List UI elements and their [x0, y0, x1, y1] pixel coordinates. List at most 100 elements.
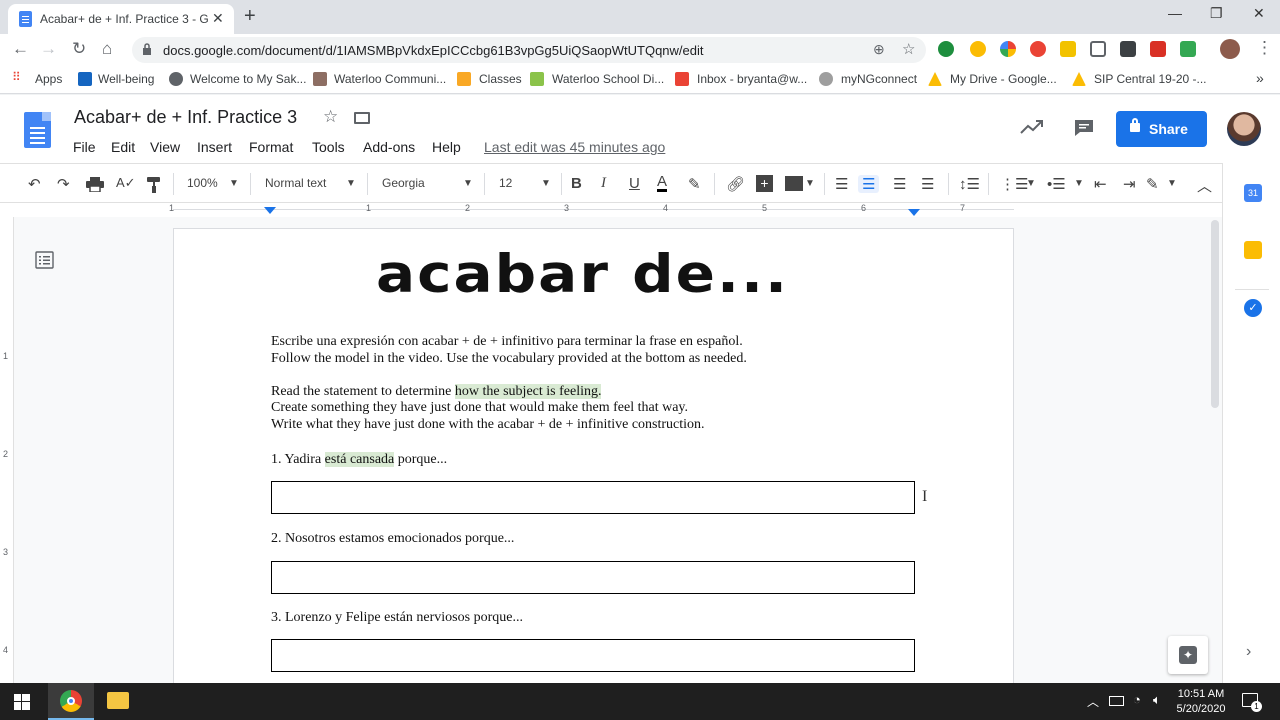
style-select[interactable]: Normal text: [265, 176, 326, 190]
extension-red-icon[interactable]: [1030, 41, 1046, 57]
line-spacing-icon[interactable]: ↕☰: [959, 175, 980, 193]
new-tab-button[interactable]: +: [244, 5, 256, 28]
insert-comment-icon[interactable]: +: [756, 175, 773, 192]
explore-button[interactable]: ✦: [1168, 636, 1208, 674]
style-dropdown-icon[interactable]: ▼: [346, 178, 356, 189]
extension-grid-icon[interactable]: [1090, 41, 1106, 57]
font-select[interactable]: Georgia: [382, 176, 425, 190]
tab-active[interactable]: Acabar+ de + Inf. Practice 3 - Go ✕: [8, 4, 234, 34]
bulleted-list-icon[interactable]: •☰: [1047, 175, 1066, 193]
bookmark-myngconnect[interactable]: myNGconnect: [841, 72, 917, 86]
text-color-icon[interactable]: A: [657, 174, 668, 192]
align-left-icon[interactable]: ☰: [835, 175, 848, 193]
redo-icon[interactable]: ↷: [57, 175, 70, 193]
zoom-select[interactable]: 100%: [187, 176, 218, 190]
activity-trend-icon[interactable]: [1020, 119, 1044, 135]
minimize-button[interactable]: —: [1168, 5, 1182, 21]
font-dropdown-icon[interactable]: ▼: [463, 178, 473, 189]
last-edit-link[interactable]: Last edit was 45 minutes ago: [484, 139, 665, 155]
extension-n-icon[interactable]: [1060, 41, 1076, 57]
bulleted-list-dropdown-icon[interactable]: ▼: [1074, 178, 1084, 189]
numbered-list-dropdown-icon[interactable]: ▼: [1026, 178, 1036, 189]
align-center-icon[interactable]: ☰: [858, 175, 880, 193]
show-hidden-icons[interactable]: ︿: [1087, 693, 1099, 710]
image-dropdown-icon[interactable]: ▼: [805, 178, 815, 189]
insert-link-icon[interactable]: 🔗︎: [726, 175, 745, 193]
answer-box-1[interactable]: [271, 481, 915, 514]
extension-pdf-icon[interactable]: [1150, 41, 1166, 57]
bookmark-wellbeing[interactable]: Well-being: [98, 72, 154, 86]
editing-mode-dropdown-icon[interactable]: ▼: [1167, 178, 1177, 189]
extension-color-icon[interactable]: [1000, 41, 1016, 57]
align-right-icon[interactable]: ☰: [893, 175, 906, 193]
decrease-indent-icon[interactable]: ⇤: [1094, 175, 1107, 193]
undo-icon[interactable]: ↶: [28, 175, 41, 193]
taskbar-chrome[interactable]: [48, 683, 94, 720]
menu-file[interactable]: File: [73, 139, 96, 155]
profile-avatar[interactable]: [1220, 39, 1240, 59]
menu-insert[interactable]: Insert: [197, 139, 232, 155]
bookmark-classes[interactable]: Classes: [479, 72, 522, 86]
font-size-select[interactable]: 12: [499, 176, 512, 190]
bookmark-inbox[interactable]: Inbox - bryanta@w...: [697, 72, 807, 86]
close-window-button[interactable]: ✕: [1253, 5, 1265, 22]
editing-mode-icon[interactable]: ✎: [1146, 175, 1159, 193]
document-title[interactable]: Acabar+ de + Inf. Practice 3: [74, 107, 297, 128]
tab-close-icon[interactable]: ✕: [212, 10, 224, 27]
size-dropdown-icon[interactable]: ▼: [541, 178, 551, 189]
calendar-icon[interactable]: 31: [1244, 184, 1262, 202]
extension-green-icon[interactable]: [1180, 41, 1196, 57]
spellcheck-icon[interactable]: A✓: [116, 175, 136, 191]
print-icon[interactable]: [86, 177, 104, 192]
forward-button[interactable]: →: [40, 39, 57, 59]
bookmark-sip-central[interactable]: SIP Central 19-20 -...: [1094, 72, 1207, 86]
increase-indent-icon[interactable]: ⇥: [1123, 175, 1136, 193]
italic-icon[interactable]: I: [601, 175, 606, 192]
collapse-menus-icon[interactable]: ︿: [1197, 175, 1212, 196]
menu-addons[interactable]: Add-ons: [363, 139, 415, 155]
bookmark-waterloo-school[interactable]: Waterloo School Di...: [552, 72, 664, 86]
keep-icon[interactable]: [1244, 241, 1262, 259]
system-clock[interactable]: 10:51 AM 5/20/2020: [1172, 687, 1230, 717]
insert-image-icon[interactable]: [785, 176, 803, 191]
zoom-icon[interactable]: ⊕: [873, 41, 885, 58]
zoom-dropdown-icon[interactable]: ▼: [229, 178, 239, 189]
menu-view[interactable]: View: [150, 139, 180, 155]
menu-edit[interactable]: Edit: [111, 139, 135, 155]
extension-beta-icon[interactable]: [938, 41, 954, 57]
answer-box-2[interactable]: [271, 561, 915, 594]
bookmark-star-icon[interactable]: ☆: [902, 40, 915, 58]
expand-panel-icon[interactable]: ›: [1246, 643, 1251, 661]
chrome-menu-icon[interactable]: ⋮: [1256, 38, 1273, 58]
wifi-icon[interactable]: ◔: [1133, 692, 1141, 707]
volume-icon[interactable]: 🔈︎: [1153, 692, 1161, 708]
share-button[interactable]: Share: [1116, 111, 1207, 147]
justify-icon[interactable]: ☰: [921, 175, 934, 193]
numbered-list-icon[interactable]: ⋮☰: [1000, 175, 1028, 193]
home-button[interactable]: ⌂: [102, 39, 112, 59]
omnibox[interactable]: docs.google.com/document/d/1IAMSMBpVkdxE…: [132, 37, 926, 63]
menu-format[interactable]: Format: [249, 139, 293, 155]
more-bookmarks-button[interactable]: »: [1256, 70, 1264, 86]
star-icon[interactable]: ☆: [323, 107, 338, 127]
reload-button[interactable]: ↻: [72, 39, 86, 59]
document-outline-icon[interactable]: [35, 251, 54, 269]
bookmark-welcome[interactable]: Welcome to My Sak...: [190, 72, 306, 86]
windows-start-icon[interactable]: [14, 694, 30, 710]
answer-box-3[interactable]: [271, 639, 915, 672]
extension-shield-icon[interactable]: [1120, 41, 1136, 57]
taskbar-file-explorer[interactable]: [96, 683, 140, 720]
bold-icon[interactable]: B: [571, 175, 582, 192]
google-docs-logo-icon[interactable]: [24, 112, 51, 148]
underline-icon[interactable]: U: [629, 175, 640, 192]
highlight-color-icon[interactable]: ✎: [688, 175, 701, 193]
bookmark-my-drive[interactable]: My Drive - Google...: [950, 72, 1057, 86]
menu-tools[interactable]: Tools: [312, 139, 345, 155]
menu-help[interactable]: Help: [432, 139, 461, 155]
extension-ring-icon[interactable]: [970, 41, 986, 57]
right-indent-marker[interactable]: [908, 209, 920, 216]
paint-format-icon[interactable]: [146, 176, 162, 193]
scrollbar-thumb[interactable]: [1211, 220, 1219, 408]
tasks-icon[interactable]: ✓: [1244, 299, 1262, 317]
bookmark-waterloo-community[interactable]: Waterloo Communi...: [334, 72, 446, 86]
